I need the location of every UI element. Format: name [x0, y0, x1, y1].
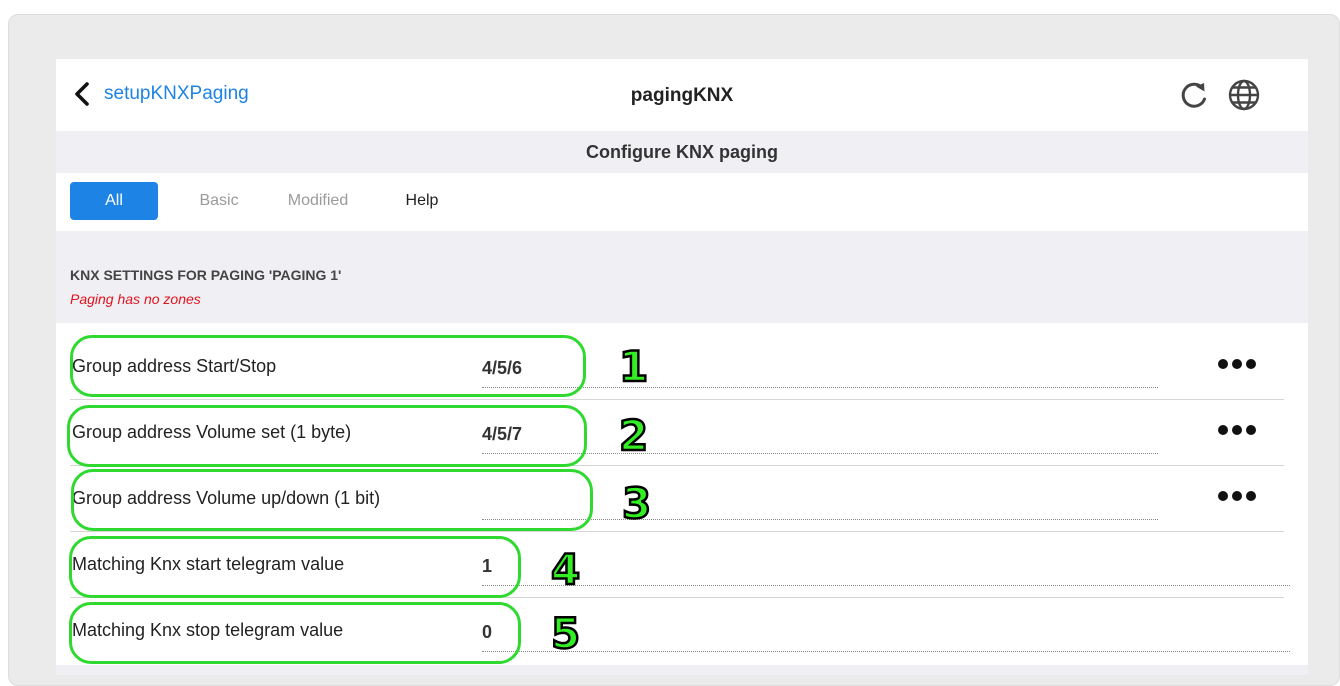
page-frame: setupKNXPaging pagingKNX Configure KNX p…: [8, 14, 1340, 686]
group-title: KNX SETTINGS FOR PAGING 'PAGING 1': [70, 267, 342, 283]
annotation-number-5: 5: [550, 609, 582, 658]
more-button[interactable]: [1218, 488, 1260, 510]
value-field[interactable]: [482, 585, 1290, 586]
page-title: pagingKNX: [630, 85, 734, 106]
setting-label: Matching Knx stop telegram value: [72, 620, 344, 640]
setting-label: Matching Knx start telegram value: [72, 554, 345, 574]
value-field[interactable]: [482, 519, 1158, 520]
value-field[interactable]: [482, 651, 1290, 652]
more-button[interactable]: [1218, 356, 1260, 378]
setting-value[interactable]: 0: [482, 622, 492, 643]
more-button[interactable]: [1218, 422, 1260, 444]
tab-all[interactable]: All: [70, 182, 158, 220]
settings-panel: setupKNXPaging pagingKNX Configure KNX p…: [56, 59, 1308, 675]
setting-value[interactable]: 1: [482, 556, 492, 577]
refresh-icon[interactable]: [1176, 77, 1212, 113]
section-title: Configure KNX paging: [56, 131, 1308, 173]
filter-tabs: All Basic Modified Help: [56, 173, 1308, 231]
setting-row-volume-up-down: Group address Volume up/down (1 bit): [56, 466, 1308, 532]
setting-value[interactable]: 4/5/6: [482, 358, 522, 379]
setting-label: Group address Volume set (1 byte): [72, 422, 352, 442]
setting-row-stop-telegram: Matching Knx stop telegram value 0: [56, 598, 1308, 664]
group-warning: Paging has no zones: [70, 291, 201, 307]
value-field[interactable]: [482, 453, 1158, 454]
globe-icon[interactable]: [1226, 77, 1262, 113]
setting-label: Group address Volume up/down (1 bit): [72, 488, 381, 508]
setting-row-start-telegram: Matching Knx start telegram value 1: [56, 532, 1308, 598]
tab-basic[interactable]: Basic: [194, 182, 244, 220]
bottom-separator: [56, 665, 1308, 675]
setting-row-volume-set: Group address Volume set (1 byte) 4/5/7: [56, 400, 1308, 466]
annotation-number-3: 3: [621, 479, 653, 528]
setting-label: Group address Start/Stop: [72, 356, 277, 376]
tab-modified[interactable]: Modified: [278, 182, 358, 220]
annotation-number-1: 1: [618, 342, 650, 391]
annotation-number-2: 2: [618, 411, 650, 460]
value-field[interactable]: [482, 387, 1158, 388]
top-bar: setupKNXPaging pagingKNX: [56, 59, 1308, 131]
setting-row-start-stop: Group address Start/Stop 4/5/6: [56, 334, 1308, 400]
annotation-number-4: 4: [550, 545, 582, 594]
setting-value[interactable]: 4/5/7: [482, 424, 522, 445]
tab-help[interactable]: Help: [398, 182, 446, 220]
group-header: KNX SETTINGS FOR PAGING 'PAGING 1' Pagin…: [56, 231, 1308, 323]
